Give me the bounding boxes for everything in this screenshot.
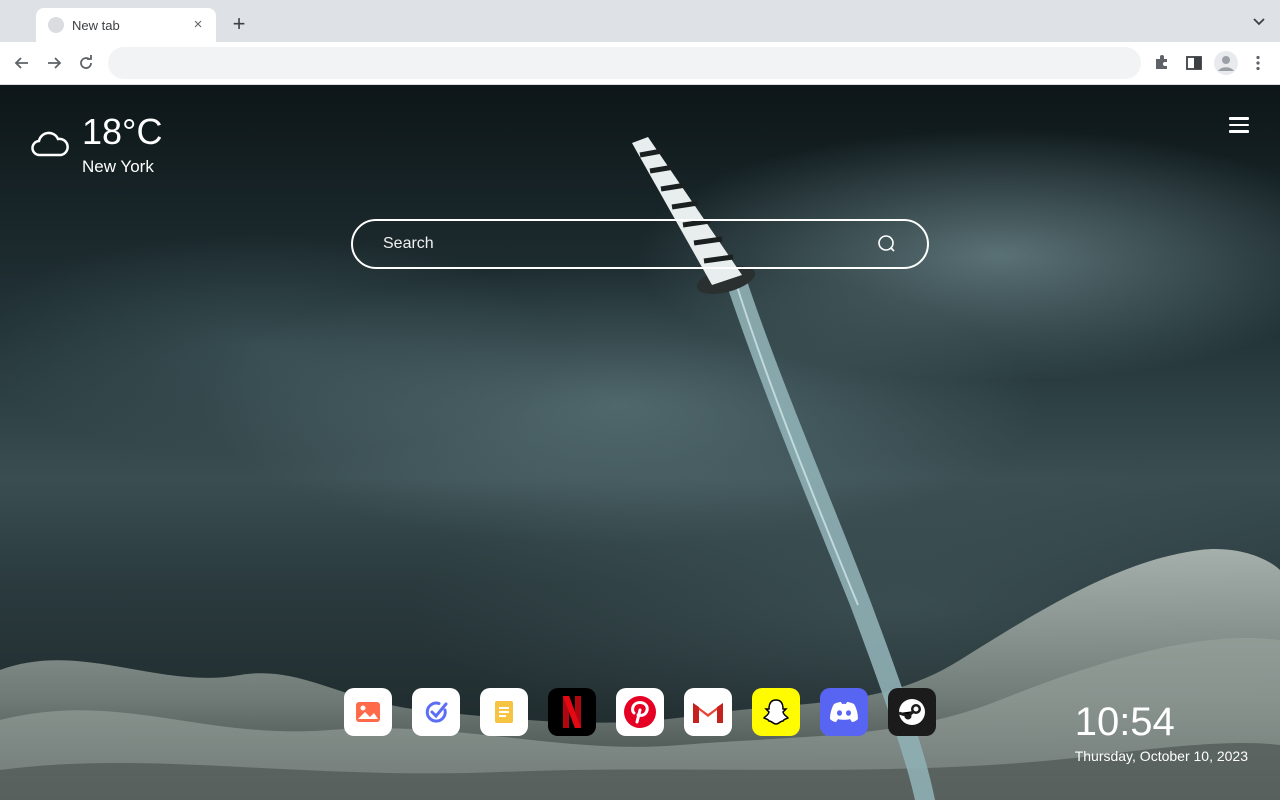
notes-icon (495, 701, 513, 723)
app-dock (344, 688, 936, 736)
pinterest-icon (624, 696, 656, 728)
tasks-app-button[interactable] (412, 688, 460, 736)
tab-close-button[interactable]: × (190, 17, 206, 33)
tab-new-tab[interactable]: New tab × (36, 8, 216, 42)
favicon-icon (48, 17, 64, 33)
notes-app-button[interactable] (480, 688, 528, 736)
tab-title: New tab (72, 17, 120, 33)
weather-city: New York (82, 157, 154, 176)
steam-app-button[interactable] (888, 688, 936, 736)
clock-date: Thursday, October 10, 2023 (1074, 748, 1248, 764)
pinterest-app-button[interactable] (616, 688, 664, 736)
snapchat-icon (763, 699, 789, 725)
gmail-app-button[interactable] (684, 688, 732, 736)
steam-icon (898, 699, 925, 725)
gmail-icon (693, 703, 723, 723)
netflix-icon (563, 696, 581, 728)
discord-icon (830, 702, 858, 722)
forward-icon[interactable] (44, 53, 64, 73)
tab-search-chevron-icon[interactable] (1252, 15, 1266, 29)
cloud-icon (31, 131, 69, 157)
clock-widget: 10:54 Thursday, October 10, 2023 (1075, 700, 1248, 764)
search-icon[interactable] (877, 234, 897, 254)
search-input[interactable] (383, 235, 877, 253)
tab-strip: New tab × + (0, 0, 1280, 42)
back-icon[interactable] (12, 53, 32, 73)
more-menu-icon[interactable] (1248, 53, 1268, 73)
reload-icon[interactable] (76, 53, 96, 73)
snapchat-app-button[interactable] (752, 688, 800, 736)
tasks-icon (425, 701, 448, 723)
hamburger-menu-icon[interactable] (1229, 117, 1249, 133)
weather-widget[interactable]: 18°C New York (30, 111, 162, 177)
temperature: 18°C (82, 111, 163, 152)
browser-toolbar (0, 42, 1280, 85)
discord-app-button[interactable] (820, 688, 868, 736)
extensions-icon[interactable] (1152, 53, 1172, 73)
photos-app-button[interactable] (344, 688, 392, 736)
side-panel-icon[interactable] (1184, 53, 1204, 73)
netflix-app-button[interactable] (548, 688, 596, 736)
photos-icon (356, 702, 380, 722)
clock-time: 10:54 (1074, 700, 1175, 744)
new-tab-button[interactable]: + (228, 13, 250, 35)
address-bar[interactable] (108, 47, 1141, 79)
profile-avatar-icon[interactable] (1214, 51, 1238, 75)
new-tab-page: 18°C New York Search 10:54 Thursday, Oct… (0, 85, 1280, 800)
search-box (351, 219, 929, 269)
